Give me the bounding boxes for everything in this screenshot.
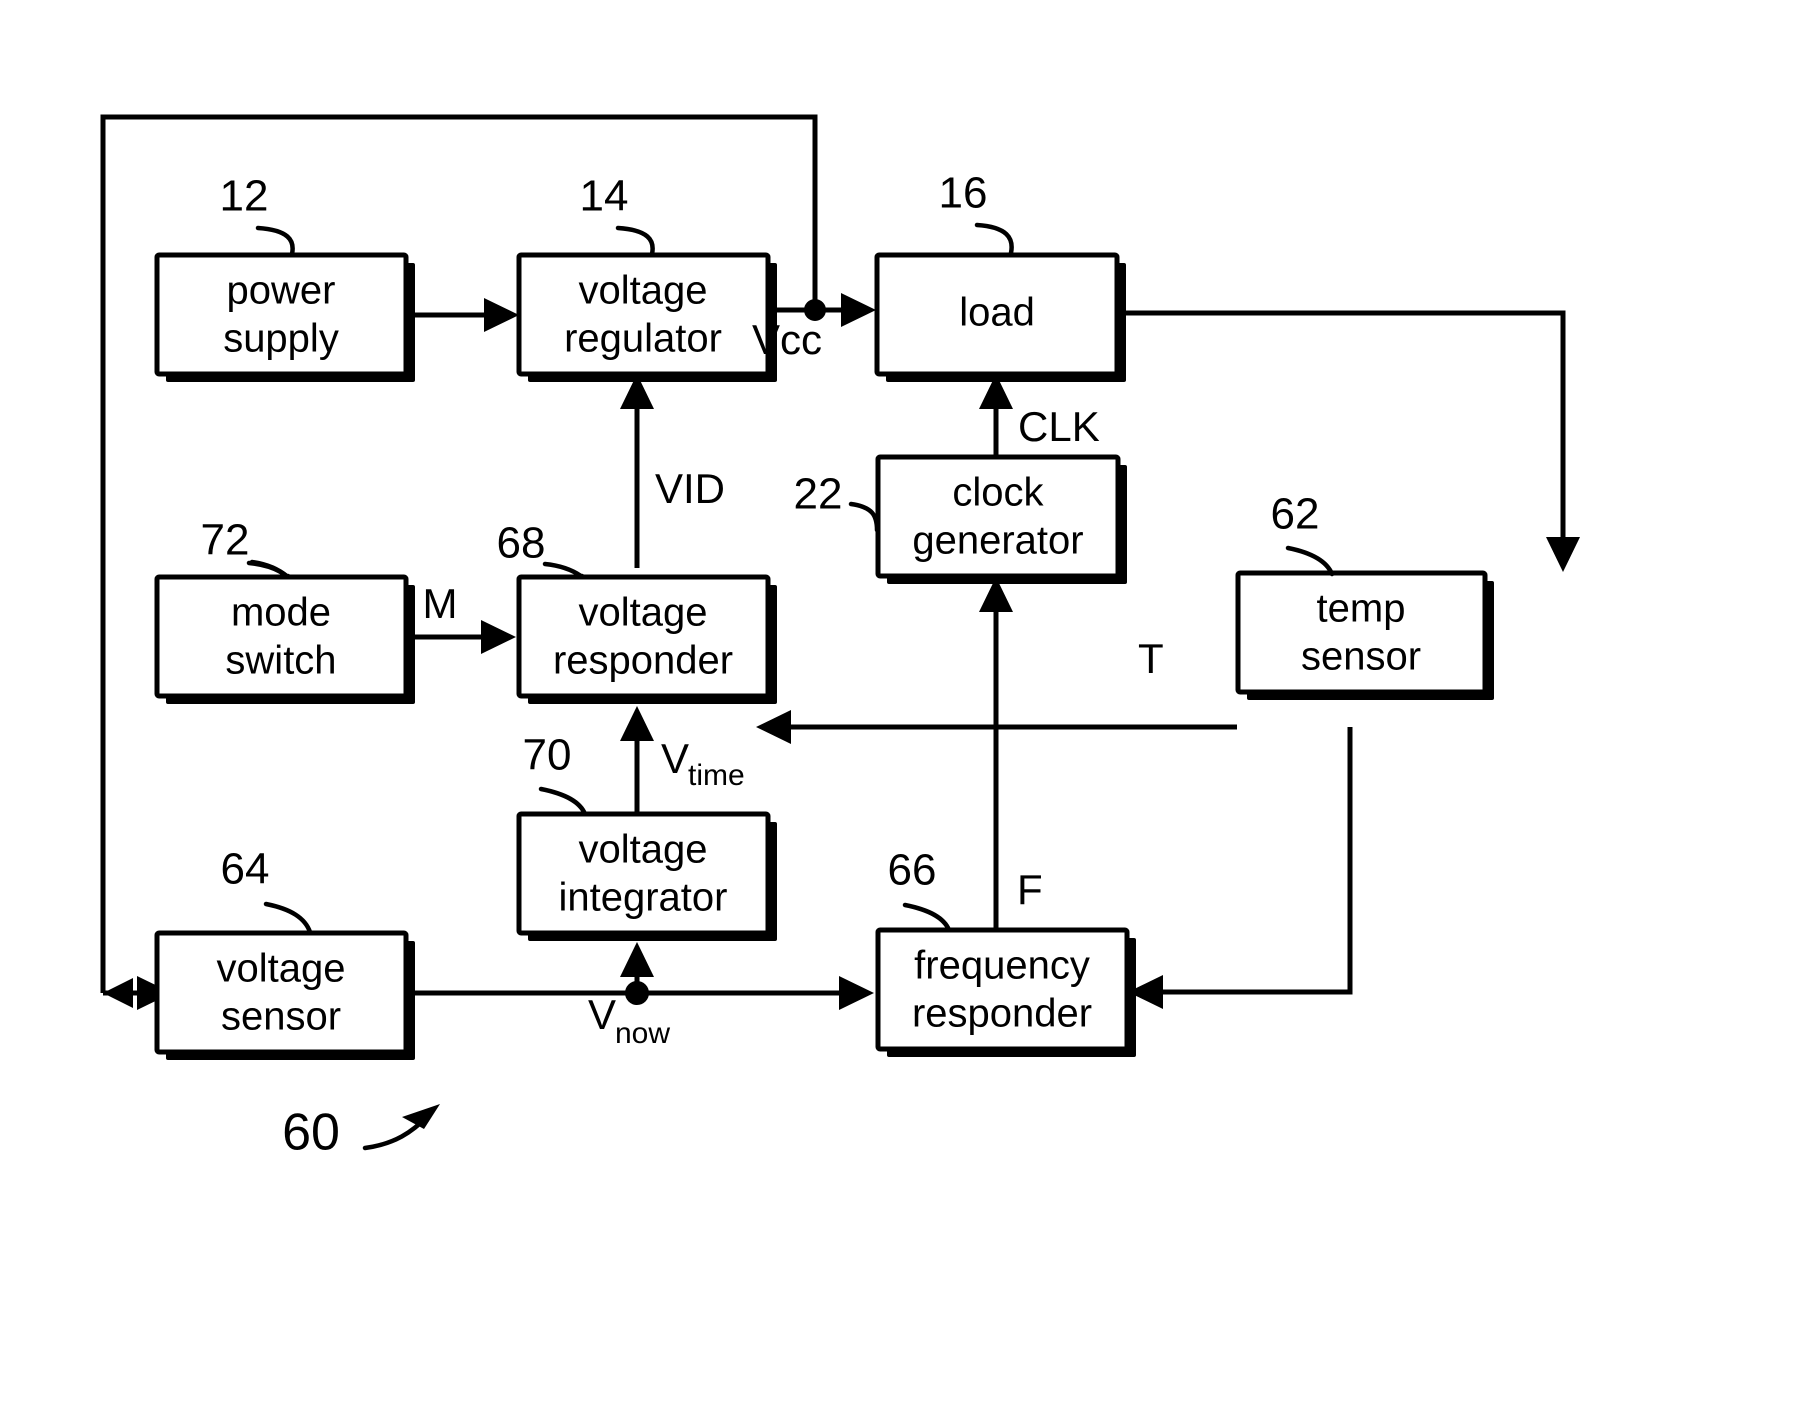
wire-clk-generator-to-load [979, 374, 1013, 457]
svg-text:16: 16 [939, 169, 988, 218]
signal-label-vnow-sub: now [615, 1017, 670, 1050]
block-mode-switch-line2: switch [225, 639, 336, 683]
block-voltage-regulator[interactable]: voltage regulator [516, 252, 777, 382]
block-clock-generator-line1: clock [952, 471, 1044, 515]
block-clock-generator[interactable]: clock generator [875, 454, 1127, 584]
svg-text:14: 14 [580, 172, 629, 221]
svg-text:62: 62 [1271, 490, 1320, 539]
block-frequency-responder[interactable]: frequency responder [875, 927, 1136, 1057]
svg-text:66: 66 [888, 846, 937, 895]
block-mode-switch-line1: mode [231, 591, 331, 635]
junction-dot-vnow [625, 981, 649, 1005]
figure-reference-numeral: 60 [282, 1104, 440, 1162]
block-mode-switch[interactable]: mode switch [154, 574, 415, 704]
block-voltage-responder-line2: responder [553, 639, 733, 683]
block-voltage-integrator-line2: integrator [559, 876, 728, 920]
ref-numeral-70: 70 [523, 731, 588, 817]
svg-text:12: 12 [220, 172, 269, 221]
ref-numeral-72: 72 [201, 516, 291, 580]
block-frequency-responder-line1: frequency [914, 944, 1090, 988]
signal-label-t: T [1138, 635, 1164, 682]
ref-numeral-12: 12 [220, 172, 295, 257]
ref-numeral-14: 14 [580, 172, 655, 257]
block-voltage-integrator-line1: voltage [579, 828, 708, 872]
block-voltage-responder-line1: voltage [579, 591, 708, 635]
ref-numeral-22: 22 [794, 470, 880, 533]
block-power-supply-line1: power [227, 269, 336, 313]
block-temp-sensor[interactable]: temp sensor [1235, 570, 1494, 700]
ref-numeral-62: 62 [1271, 490, 1335, 577]
signal-label-vtime: V time [661, 735, 745, 792]
ref-numeral-64: 64 [221, 845, 313, 935]
block-load-line1: load [959, 291, 1035, 335]
figure-canvas: power supply 12 voltage regulator 14 loa… [0, 0, 1800, 1421]
block-clock-generator-line2: generator [912, 519, 1083, 563]
block-voltage-sensor-line1: voltage [217, 947, 346, 991]
block-voltage-sensor[interactable]: voltage sensor [154, 930, 415, 1060]
ref-numeral-68: 68 [497, 519, 585, 580]
ref-numeral-16: 16 [939, 169, 1014, 256]
svg-text:70: 70 [523, 731, 572, 780]
signal-label-vnow-base: V [588, 991, 616, 1038]
block-voltage-regulator-line1: voltage [579, 269, 708, 313]
block-voltage-regulator-line2: regulator [564, 317, 722, 361]
block-voltage-responder[interactable]: voltage responder [516, 574, 777, 704]
wire-vtime-integrator-to-responder [620, 706, 654, 814]
wire-power-supply-to-voltage-regulator [410, 298, 519, 332]
block-voltage-sensor-line2: sensor [221, 995, 341, 1039]
signal-label-vid: VID [655, 465, 725, 512]
block-temp-sensor-line2: sensor [1301, 635, 1421, 679]
svg-text:72: 72 [201, 516, 250, 565]
wire-vnow-rail [408, 942, 874, 1010]
block-frequency-responder-line2: responder [912, 992, 1092, 1036]
block-voltage-integrator[interactable]: voltage integrator [516, 811, 777, 941]
signal-label-clk: CLK [1018, 403, 1100, 450]
wire-temp-branch-to-frequency-responder [1128, 727, 1353, 1009]
block-power-supply[interactable]: power supply [154, 252, 415, 382]
wire-vid-responder-to-regulator [620, 374, 654, 568]
block-diagram-svg: power supply 12 voltage regulator 14 loa… [100, 114, 1580, 1162]
block-load[interactable]: load [874, 252, 1126, 382]
signal-label-f: F [1017, 866, 1043, 913]
ref-numeral-66: 66 [888, 846, 952, 933]
signal-label-vcc: Vcc [752, 316, 822, 363]
wire-load-to-temp-sensor [1118, 310, 1580, 572]
signal-label-vtime-base: V [661, 735, 689, 782]
signal-label-m: M [423, 580, 458, 627]
svg-text:64: 64 [221, 845, 270, 894]
block-power-supply-line2: supply [223, 317, 339, 361]
svg-text:60: 60 [282, 1104, 340, 1162]
wire-f-frequency-responder-to-clock-generator [979, 577, 1013, 930]
signal-label-vtime-sub: time [688, 759, 745, 792]
svg-text:22: 22 [794, 470, 843, 519]
block-temp-sensor-line1: temp [1317, 587, 1406, 631]
svg-text:68: 68 [497, 519, 546, 568]
